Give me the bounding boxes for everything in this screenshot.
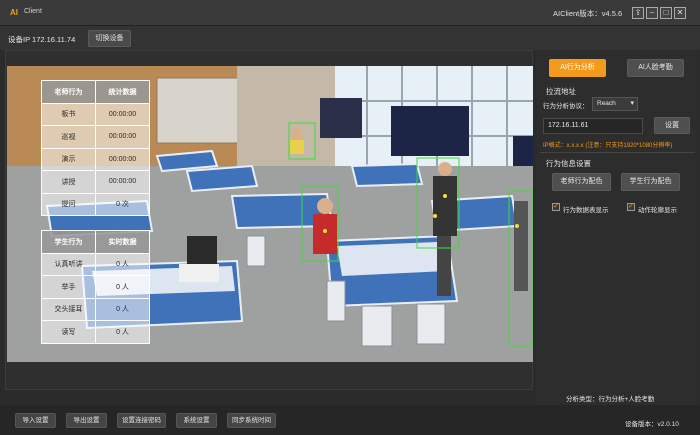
table-row: 认真听讲 0 人 xyxy=(41,252,150,276)
protocol-select[interactable]: Reach ▾ xyxy=(592,97,638,111)
connection-password-button[interactable]: 设置连接密码 xyxy=(117,413,166,428)
student-behavior-value: 0 人 xyxy=(95,297,150,321)
protocol-value: Reach xyxy=(597,100,616,107)
import-settings-button[interactable]: 导入设置 xyxy=(15,413,56,428)
tab-ai-face[interactable]: AI人脸考勤 xyxy=(627,59,684,77)
classroom-video: 老师行为 统计数据 板书 00:00:00 巡视 00:00:00 演示 00:… xyxy=(7,66,533,362)
title-bar: AI Client AIClient版本：v4.5.6 ⇪ – □ ✕ xyxy=(0,0,700,26)
student-behavior-value: 0 人 xyxy=(95,320,150,344)
teacher-behavior-name: 演示 xyxy=(41,147,96,171)
window-controls: ⇪ – □ ✕ xyxy=(632,7,686,19)
table-row: 提问 0 次 xyxy=(41,192,150,216)
stream-ip-input[interactable]: 172.16.11.61 xyxy=(543,118,643,134)
student-color-button[interactable]: 学生行为配色 xyxy=(621,173,680,191)
teacher-behavior-value: 00:00:00 xyxy=(95,102,150,126)
student-header-behavior: 学生行为 xyxy=(41,230,96,254)
stream-title: 拉流地址 xyxy=(546,87,576,96)
student-behavior-table: 学生行为 实时数据 认真听讲 0 人 举手 0 人 交头接耳 0 人 读写 0 … xyxy=(41,230,150,344)
teacher-behavior-value: 00:00:00 xyxy=(95,170,150,194)
table-row: 演示 00:00:00 xyxy=(41,147,150,171)
teacher-behavior-name: 板书 xyxy=(41,102,96,126)
close-icon[interactable]: ✕ xyxy=(674,7,686,19)
student-header-realtime: 实时数据 xyxy=(95,230,150,254)
protocol-label: 行为分析协议： xyxy=(543,103,589,110)
outline-checkbox[interactable]: ✓ xyxy=(627,203,635,211)
maximize-icon[interactable]: □ xyxy=(660,7,672,19)
table-row: 巡视 00:00:00 xyxy=(41,125,150,149)
student-behavior-name: 认真听讲 xyxy=(41,252,96,276)
divider xyxy=(540,152,695,153)
pin-icon[interactable]: ⇪ xyxy=(632,7,644,19)
teacher-header-stats: 统计数据 xyxy=(95,80,150,104)
table-row: 交头接耳 0 人 xyxy=(41,297,150,321)
tab-ai-behavior[interactable]: AI行为分析 xyxy=(549,59,606,77)
sync-time-button[interactable]: 同步系统时间 xyxy=(227,413,276,428)
student-behavior-name: 交头接耳 xyxy=(41,297,96,321)
student-behavior-name: 举手 xyxy=(41,275,96,299)
app-name: Client xyxy=(24,8,42,15)
student-behavior-value: 0 人 xyxy=(95,275,150,299)
table-row: 读写 0 人 xyxy=(41,320,150,344)
chevron-down-icon: ▾ xyxy=(630,100,634,107)
export-settings-button[interactable]: 导出设置 xyxy=(66,413,107,428)
teacher-behavior-value: 00:00:00 xyxy=(95,125,150,149)
device-bar: 设备IP 172.16.11.74 切换设备 xyxy=(0,26,700,50)
device-version: 设备版本：v2.0.10 xyxy=(625,421,679,428)
table-row: 板书 00:00:00 xyxy=(41,102,150,126)
teacher-behavior-name: 巡视 xyxy=(41,125,96,149)
stream-set-button[interactable]: 设置 xyxy=(654,117,690,134)
teacher-header-behavior: 老师行为 xyxy=(41,80,96,104)
data-table-label: 行为数据表显示 xyxy=(563,207,609,214)
switch-device-button[interactable]: 切换设备 xyxy=(88,30,131,47)
student-behavior-name: 读写 xyxy=(41,320,96,344)
behavior-settings-title: 行为信息设置 xyxy=(546,159,591,168)
teacher-behavior-table: 老师行为 统计数据 板书 00:00:00 巡视 00:00:00 演示 00:… xyxy=(41,80,150,216)
table-row: 举手 0 人 xyxy=(41,275,150,299)
data-table-checkbox[interactable]: ✓ xyxy=(552,203,560,211)
teacher-behavior-name: 提问 xyxy=(41,192,96,216)
minimize-icon[interactable]: – xyxy=(646,7,658,19)
client-version: AIClient版本：v4.5.6 xyxy=(553,9,623,18)
analysis-type: 分析类型：行为分析+人脸考勤 xyxy=(566,396,655,403)
teacher-behavior-value: 00:00:00 xyxy=(95,147,150,171)
outline-label: 动作轮廓显示 xyxy=(638,207,677,214)
student-behavior-value: 0 人 xyxy=(95,252,150,276)
teacher-behavior-name: 讲授 xyxy=(41,170,96,194)
app-logo: AI xyxy=(10,8,18,17)
device-ip-label: 设备IP 172.16.11.74 xyxy=(8,35,76,44)
table-row: 讲授 00:00:00 xyxy=(41,170,150,194)
teacher-behavior-value: 0 次 xyxy=(95,192,150,216)
ip-format-hint: IP格式：x.x.x.x (注意：只支持1920*1080分辨率) xyxy=(543,143,673,149)
system-settings-button[interactable]: 系统设置 xyxy=(176,413,217,428)
teacher-color-button[interactable]: 老师行为配色 xyxy=(552,173,611,191)
